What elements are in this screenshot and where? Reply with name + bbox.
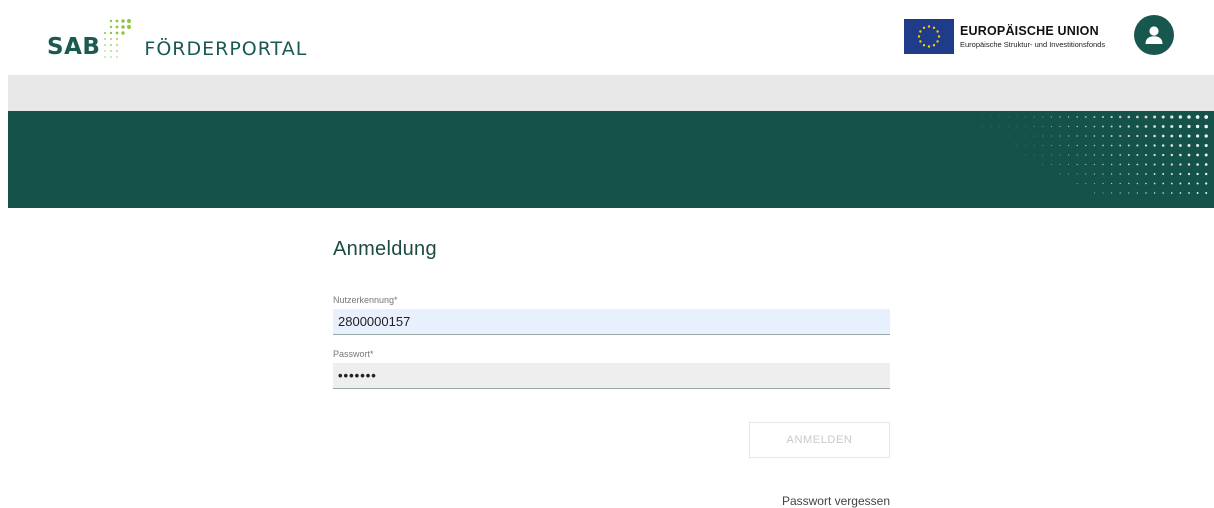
logo-dots-icon	[104, 19, 132, 58]
sab-logo[interactable]: SAB FÖRDERPORTAL	[47, 10, 307, 65]
logo-product: FÖRDERPORTAL	[144, 38, 308, 60]
login-button[interactable]: ANMELDEN	[749, 422, 890, 458]
decorative-dots	[973, 115, 1209, 194]
forgot-password-link[interactable]: Passwort vergessen	[782, 494, 890, 508]
eu-flag-icon	[904, 19, 954, 54]
login-form: Anmeldung Nutzerkennung* Passwort* ANMEL…	[333, 238, 890, 508]
page-title: Anmeldung	[333, 238, 437, 260]
eu-subtitle: Europäische Struktur- und Investitionsfo…	[960, 40, 1106, 49]
logo-brand: SAB	[47, 34, 101, 60]
username-label: Nutzerkennung*	[333, 295, 398, 305]
password-input[interactable]	[333, 363, 890, 389]
eu-title: EUROPÄISCHE UNION	[960, 24, 1099, 38]
user-icon	[1145, 26, 1163, 44]
account-button[interactable]	[1134, 15, 1174, 55]
navigation-bar	[8, 75, 1214, 111]
password-label: Passwort*	[333, 349, 374, 359]
eu-badge: EUROPÄISCHE UNION Europäische Struktur- …	[904, 19, 1105, 54]
header: SAB FÖRDERPORTAL EUROPÄISCHE UNION Europ…	[0, 0, 1214, 75]
username-input[interactable]	[333, 309, 890, 335]
hero-banner	[8, 111, 1214, 208]
